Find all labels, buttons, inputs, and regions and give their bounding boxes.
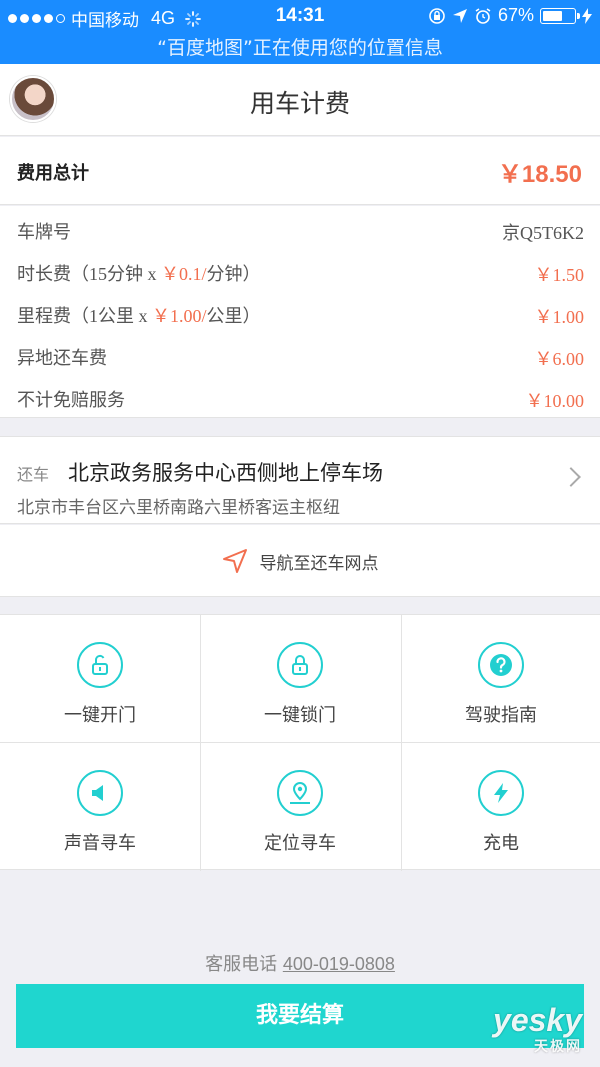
location-pin-icon (290, 781, 310, 804)
insurance-fee-label: 不计免赔服务 (17, 390, 125, 411)
fee-total-amount: ￥18.50 (497, 161, 582, 188)
unlock-icon (92, 654, 108, 675)
navigation-arrow-icon (222, 549, 247, 573)
customer-service-line: 客服电话 400-019-0808 (0, 950, 600, 976)
battery-icon (540, 7, 580, 24)
plate-label: 车牌号 (17, 222, 71, 243)
time-fee-value: ￥1.50 (534, 265, 585, 285)
insurance-fee-row: 不计免赔服务 ￥10.00 (0, 376, 600, 418)
return-location-row[interactable]: 还车 北京政务服务中心西侧地上停车场 北京市丰台区六里桥南路六里桥客运主枢纽 (0, 436, 600, 524)
remote-return-fee-row: 异地还车费 ￥6.00 (0, 334, 600, 376)
return-tag: 还车 (17, 465, 50, 484)
charging-button[interactable]: 充电 (401, 743, 600, 870)
time-fee-row: 时长费（15分钟 x ￥0.1/分钟） ￥1.50 (0, 250, 600, 292)
battery-percent: 67% (497, 5, 534, 25)
locate-car-button[interactable]: 定位寻车 (200, 743, 400, 870)
chevron-right-icon (561, 467, 581, 487)
sound-find-car-label: 声音寻车 (64, 833, 136, 854)
remote-return-fee-label: 异地还车费 (17, 348, 107, 369)
return-location-address: 北京市丰台区六里桥南路六里桥客运主枢纽 (17, 498, 340, 518)
charging-label: 充电 (483, 833, 519, 854)
navigate-label: 导航至还车网点 (259, 553, 379, 574)
fee-details: 车牌号 京Q5T6K2 时长费（15分钟 x ￥0.1/分钟） ￥1.50 里程… (0, 206, 600, 418)
watermark-brand: yesky (493, 1002, 582, 1038)
fee-total-label: 费用总计 (17, 163, 89, 184)
mileage-fee-value: ￥1.00 (534, 307, 585, 327)
unlock-door-button[interactable]: 一键开门 (0, 615, 200, 742)
mileage-fee-row: 里程费（1公里 x ￥1.00/公里） ￥1.00 (0, 292, 600, 334)
action-grid: 一键开门 一键锁门 驾驶指南 声音寻车 定位寻车 充电 (0, 614, 600, 871)
mileage-fee-label: 里程费（1公里 x ￥1.00/公里） (17, 306, 261, 327)
question-icon (490, 654, 512, 676)
lightning-icon (494, 783, 508, 803)
alarm-icon (475, 7, 491, 24)
sound-find-car-button[interactable]: 声音寻车 (0, 743, 200, 870)
unlock-door-label: 一键开门 (64, 705, 136, 726)
status-bar: 中国移动 4G 14:31 67% “百度地图”正在使用您的位置信息 (0, 0, 600, 64)
return-location-name: 北京政务服务中心西侧地上停车场 (68, 461, 383, 485)
insurance-fee-value: ￥10.00 (525, 391, 585, 411)
navigate-button[interactable]: 导航至还车网点 (0, 525, 600, 597)
time-fee-label: 时长费（15分钟 x ￥0.1/分钟） (17, 264, 261, 285)
yesky-watermark: yesky 天极网 (493, 1004, 582, 1056)
driving-guide-label: 驾驶指南 (465, 705, 537, 726)
watermark-sub: 天极网 (534, 1039, 582, 1055)
driving-guide-button[interactable]: 驾驶指南 (401, 615, 600, 742)
lock-door-label: 一键锁门 (264, 705, 336, 726)
location-usage-banner[interactable]: “百度地图”正在使用您的位置信息 (0, 33, 600, 60)
remote-return-fee-value: ￥6.00 (534, 349, 585, 369)
page-title: 用车计费 (249, 89, 350, 118)
lock-icon (292, 655, 308, 675)
fee-total-row: 费用总计 ￥18.50 (0, 137, 600, 205)
locate-car-label: 定位寻车 (264, 833, 336, 854)
lock-door-button[interactable]: 一键锁门 (200, 615, 400, 742)
customer-service-label: 客服电话 (205, 954, 278, 975)
orientation-lock-icon (429, 7, 445, 24)
plate-row: 车牌号 京Q5T6K2 (0, 208, 600, 250)
speaker-icon (92, 785, 103, 801)
charging-bolt-icon (582, 7, 592, 24)
location-arrow-icon (452, 8, 467, 23)
customer-service-number[interactable]: 400-019-0808 (283, 954, 395, 974)
plate-value: 京Q5T6K2 (502, 223, 584, 243)
title-bar: 用车计费 (0, 64, 600, 136)
